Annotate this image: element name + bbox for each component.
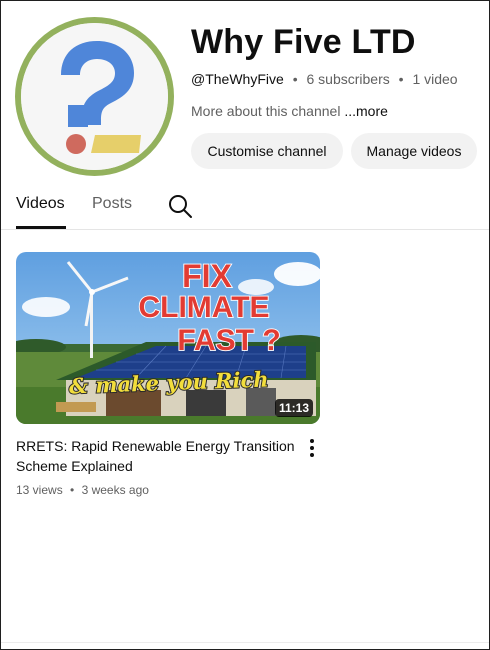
video-count: 1 video <box>412 71 458 87</box>
meta-separator: • <box>292 71 298 87</box>
channel-about[interactable]: More about this channel ...more <box>191 103 388 119</box>
question-mark-logo-icon <box>21 23 168 170</box>
thumbnail-line-4: & make you Rich <box>69 367 269 399</box>
video-duration: 11:13 <box>274 399 313 417</box>
tab-posts[interactable]: Posts <box>92 195 132 213</box>
thumbnail-line-1: FIX <box>182 258 232 294</box>
upload-age: 3 weeks ago <box>81 483 149 497</box>
about-text: More about this channel <box>191 103 341 119</box>
view-count: 13 views <box>16 483 63 497</box>
tab-videos[interactable]: Videos <box>16 195 65 213</box>
video-title[interactable]: RRETS: Rapid Renewable Energy Transition… <box>16 436 296 476</box>
thumbnail-line-2: CLIMATE <box>138 291 269 324</box>
divider <box>1 642 489 643</box>
channel-tabs: Videos Posts <box>1 187 489 230</box>
channel-page: Why Five LTD @TheWhyFive • 6 subscribers… <box>0 0 490 650</box>
thumbnail-text: FIX CLIMATE FAST ? & make you Rich <box>68 257 282 399</box>
channel-meta: @TheWhyFive • 6 subscribers • 1 video <box>191 71 458 87</box>
more-link[interactable]: ...more <box>344 103 388 119</box>
customise-channel-button[interactable]: Customise channel <box>191 133 343 169</box>
meta-separator: • <box>398 71 404 87</box>
video-thumbnail[interactable]: FIX CLIMATE FAST ? & make you Rich 11:13 <box>16 252 320 424</box>
tab-selected-indicator <box>16 226 66 229</box>
video-meta: 13 views • 3 weeks ago <box>16 483 149 497</box>
subscriber-count: 6 subscribers <box>306 71 390 87</box>
channel-avatar[interactable] <box>15 17 174 176</box>
meta-separator: • <box>70 483 75 497</box>
thumbnail-line-3: FAST ? <box>177 324 280 357</box>
search-icon[interactable] <box>167 193 193 219</box>
channel-name: Why Five LTD <box>191 23 416 61</box>
manage-videos-button[interactable]: Manage videos <box>351 133 477 169</box>
more-options-icon[interactable] <box>301 436 323 460</box>
channel-handle: @TheWhyFive <box>191 71 284 87</box>
